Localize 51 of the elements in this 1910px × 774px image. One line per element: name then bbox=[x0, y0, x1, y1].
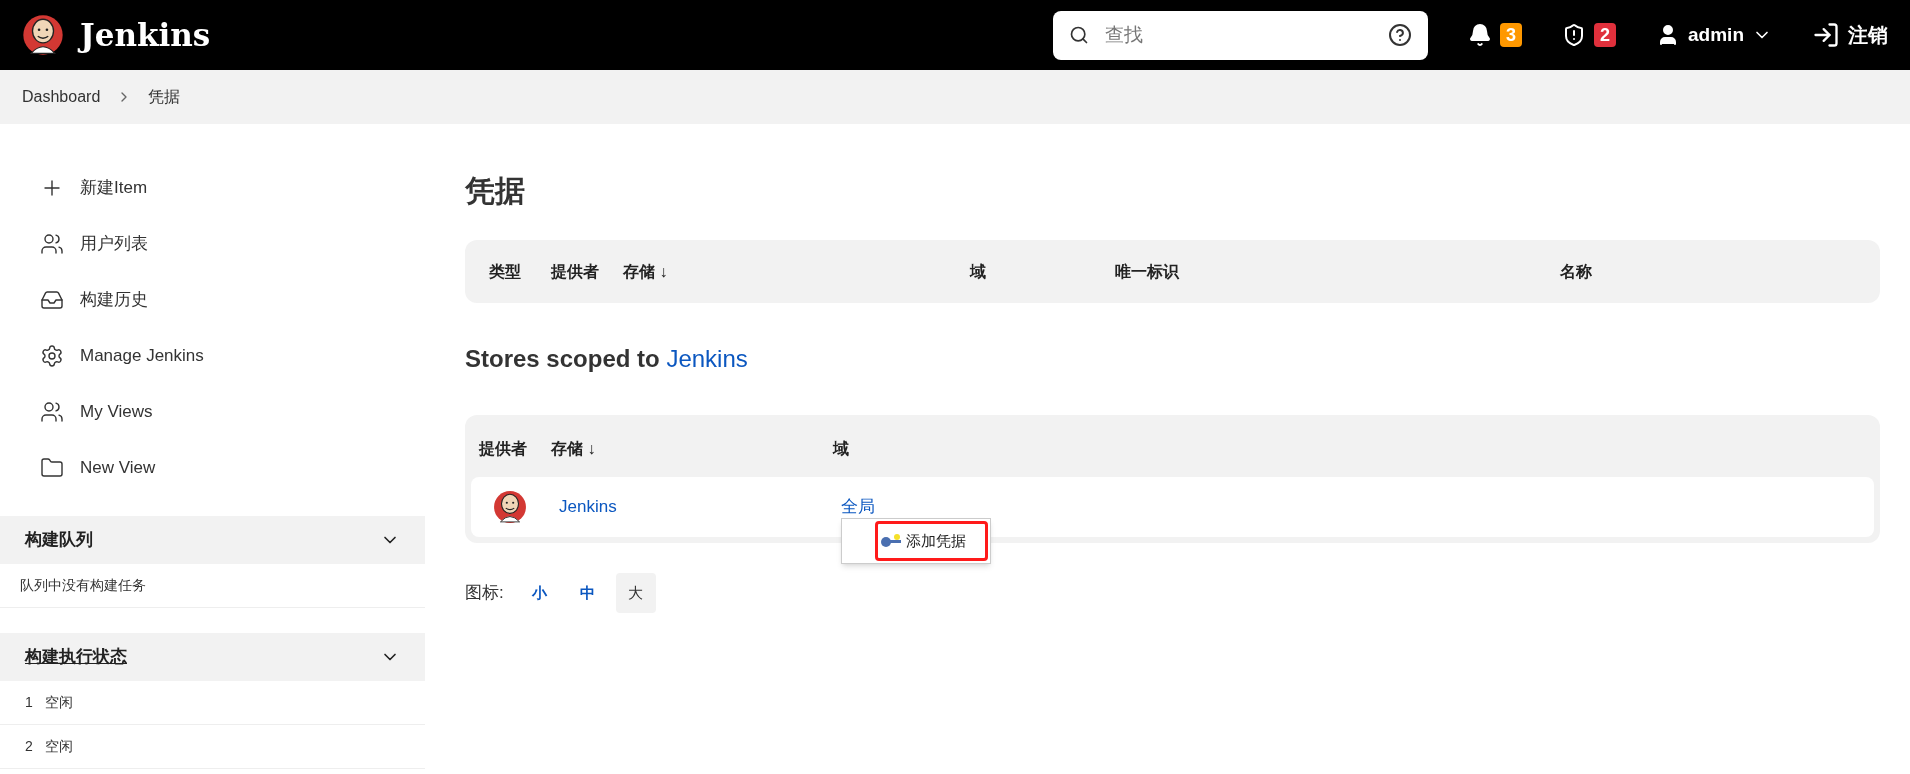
sidebar-link[interactable]: My Views bbox=[0, 384, 425, 440]
users-icon bbox=[40, 232, 64, 256]
butler-logo-icon bbox=[22, 14, 64, 56]
executor-status: 空闲 bbox=[44, 693, 73, 712]
executor-number: 1 bbox=[25, 693, 33, 712]
help-icon[interactable] bbox=[1388, 22, 1412, 47]
icon-size-option[interactable]: 大 bbox=[615, 573, 656, 613]
queue-empty-text: 队列中没有构建任务 bbox=[0, 564, 425, 608]
tray-icon bbox=[40, 288, 64, 312]
column-header[interactable]: 唯一标识 bbox=[1115, 259, 1560, 284]
sidebar-link[interactable]: Manage Jenkins bbox=[0, 328, 425, 384]
domain-link[interactable]: 全局 bbox=[841, 497, 875, 517]
butler-icon bbox=[493, 490, 527, 524]
logout-button[interactable]: 注销 bbox=[1812, 20, 1888, 50]
menu-item[interactable]: 添加凭据 bbox=[875, 521, 988, 562]
column-header[interactable]: 存储 ↓ bbox=[623, 259, 970, 284]
search-icon bbox=[1069, 24, 1089, 45]
section-header[interactable]: 构建执行状态 bbox=[0, 633, 425, 681]
jenkins-link[interactable]: Jenkins bbox=[666, 345, 748, 372]
breadcrumb-link[interactable]: Dashboard bbox=[22, 85, 101, 109]
store-link[interactable]: Jenkins bbox=[559, 494, 841, 520]
section-header[interactable]: 构建队列 bbox=[0, 516, 425, 564]
key-icon bbox=[880, 533, 902, 550]
search-field[interactable]: 查找 bbox=[1053, 10, 1428, 60]
folder-icon bbox=[40, 456, 64, 480]
executor-number: 2 bbox=[25, 737, 33, 756]
sidebar-link[interactable]: 用户列表 bbox=[0, 216, 425, 272]
sidebar-link[interactable]: 构建历史 bbox=[0, 272, 425, 328]
column-header[interactable]: 存储 ↓ bbox=[551, 437, 833, 461]
bell-icon[interactable] bbox=[1468, 23, 1492, 47]
sidebar-link[interactable]: New View bbox=[0, 440, 425, 496]
icon-size-label: 图标: bbox=[465, 582, 504, 605]
page-title: 凭据 bbox=[465, 172, 526, 209]
column-header[interactable]: 域 bbox=[833, 437, 849, 461]
column-header[interactable]: 类型 bbox=[489, 259, 551, 284]
column-header[interactable]: 名称 bbox=[1560, 259, 1592, 284]
column-header[interactable]: 提供者 bbox=[479, 437, 551, 461]
column-header[interactable]: 域 bbox=[970, 259, 1115, 284]
executor-status: 空闲 bbox=[44, 737, 73, 756]
logout-icon bbox=[1812, 21, 1840, 49]
notification-count: 3 bbox=[1500, 23, 1523, 47]
icon-size-option[interactable]: 中 bbox=[567, 573, 608, 613]
settings-icon bbox=[40, 344, 64, 368]
breadcrumb-link[interactable]: 凭据 bbox=[148, 85, 181, 109]
user-menu-button[interactable]: admin bbox=[1656, 20, 1772, 50]
users-icon bbox=[40, 400, 64, 424]
column-header[interactable]: 提供者 bbox=[551, 259, 623, 284]
icon-size-option[interactable]: 小 bbox=[519, 573, 560, 613]
security-count: 2 bbox=[1594, 23, 1617, 47]
stores-heading: Stores scoped to Jenkins bbox=[465, 344, 749, 374]
sidebar-link[interactable]: 新建Item bbox=[0, 160, 425, 216]
